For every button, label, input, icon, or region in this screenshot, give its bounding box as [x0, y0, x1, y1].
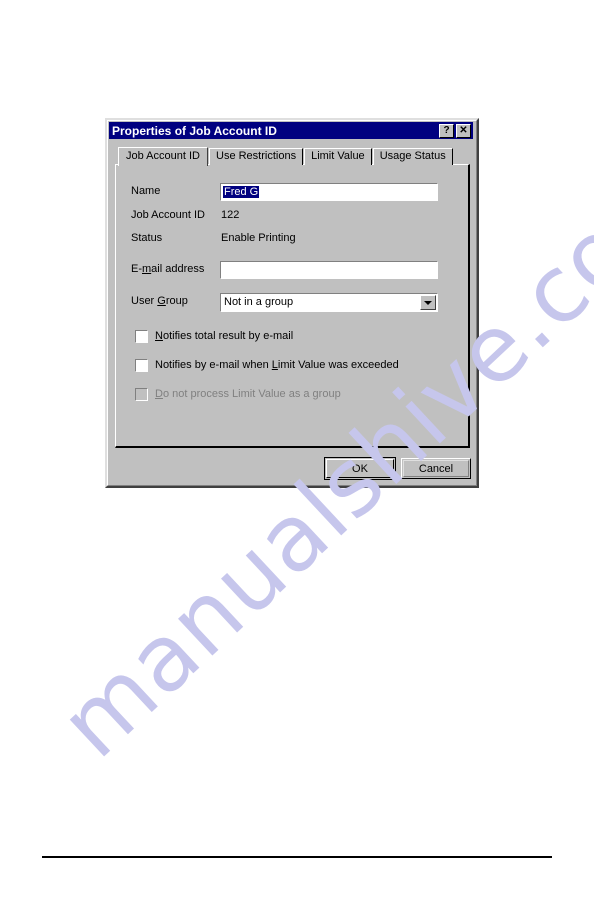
tab-panel-job-account-id: Name Fred G Job Account ID 122 Status En… [115, 164, 470, 448]
row-email-address: E-mail address [116, 261, 468, 281]
help-icon[interactable]: ? [439, 123, 454, 138]
email-address-input[interactable] [220, 261, 438, 279]
tab-job-account-id[interactable]: Job Account ID [118, 147, 208, 166]
dialog-title: Properties of Job Account ID [112, 123, 277, 138]
name-input[interactable]: Fred G [220, 183, 438, 201]
name-label: Name [131, 185, 161, 197]
ok-button-label: OK [352, 462, 368, 475]
row-user-group: User Group Not in a group [116, 293, 468, 313]
row-status: Status Enable Printing [116, 230, 468, 250]
user-group-value: Not in a group [224, 296, 294, 308]
properties-dialog: Properties of Job Account ID ? ✕ Job Acc… [105, 118, 479, 488]
job-account-id-label: Job Account ID [131, 209, 205, 221]
chevron-down-icon[interactable] [420, 295, 436, 310]
row-name: Name Fred G [116, 183, 468, 203]
row-job-account-id: Job Account ID 122 [116, 207, 468, 227]
dialog-titlebar: Properties of Job Account ID ? ✕ [109, 122, 473, 139]
checkbox-notifies-total-result-by-email[interactable]: Notifies total result by e-mail [135, 328, 293, 344]
page-footer-rule [42, 856, 552, 858]
checkbox-box[interactable] [135, 329, 148, 343]
tab-usage-status[interactable]: Usage Status [372, 148, 453, 165]
checkbox-label: Notifies by e-mail when Limit Value was … [155, 359, 399, 371]
tab-use-restrictions[interactable]: Use Restrictions [209, 148, 304, 165]
name-input-value: Fred G [223, 186, 260, 198]
job-account-id-value: 122 [221, 209, 240, 221]
checkbox-box[interactable] [135, 358, 148, 372]
cancel-button-label: Cancel [418, 462, 454, 475]
tab-strip: Job Account ID Use Restrictions Limit Va… [118, 147, 470, 166]
status-label: Status [131, 232, 163, 244]
checkbox-box [135, 387, 148, 401]
checkbox-label: Notifies total result by e-mail [155, 330, 294, 342]
checkbox-do-not-process-limit-value-as-group: Do not process Limit Value as a group [135, 386, 341, 402]
cancel-button[interactable]: Cancel [401, 458, 471, 479]
tab-limit-value[interactable]: Limit Value [304, 148, 372, 165]
user-group-label: User Group [131, 295, 188, 307]
checkbox-notifies-by-email-when-limit-value-exceeded[interactable]: Notifies by e-mail when Limit Value was … [135, 357, 399, 373]
checkbox-label: Do not process Limit Value as a group [155, 388, 341, 400]
ok-button[interactable]: OK [324, 457, 396, 480]
user-group-select[interactable]: Not in a group [220, 293, 438, 312]
close-icon[interactable]: ✕ [456, 123, 471, 138]
email-address-label: E-mail address [131, 263, 205, 275]
status-value: Enable Printing [221, 232, 296, 244]
